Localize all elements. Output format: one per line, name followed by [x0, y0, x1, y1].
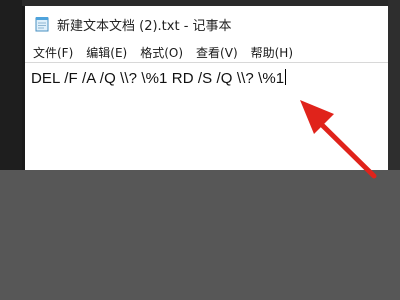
screenshot-stage: 新建文本文档 (2).txt - 记事本 文件(F) 编辑(E) 格式(O) 查… [0, 0, 400, 300]
menu-help[interactable]: 帮助(H) [251, 44, 293, 61]
menu-view[interactable]: 查看(V) [196, 44, 238, 61]
text-caret [285, 69, 287, 85]
window-title: 新建文本文档 (2).txt - 记事本 [57, 18, 232, 34]
menu-bar: 文件(F) 编辑(E) 格式(O) 查看(V) 帮助(H) [25, 42, 388, 62]
editor-content-line[interactable]: DEL /F /A /Q \\? \%1 RD /S /Q \\? \%1 [31, 69, 287, 87]
left-edge-strip [0, 0, 22, 170]
editor-content-text: DEL /F /A /Q \\? \%1 RD /S /Q \\? \%1 [31, 70, 285, 87]
menu-format[interactable]: 格式(O) [140, 44, 183, 61]
notepad-window: 新建文本文档 (2).txt - 记事本 文件(F) 编辑(E) 格式(O) 查… [22, 6, 388, 170]
notepad-icon [35, 16, 49, 32]
right-edge-strip [388, 0, 400, 170]
menu-edit[interactable]: 编辑(E) [86, 44, 127, 61]
menu-file[interactable]: 文件(F) [33, 44, 73, 61]
title-bar[interactable]: 新建文本文档 (2).txt - 记事本 [25, 6, 388, 42]
text-editor-area[interactable]: DEL /F /A /Q \\? \%1 RD /S /Q \\? \%1 [25, 62, 388, 170]
